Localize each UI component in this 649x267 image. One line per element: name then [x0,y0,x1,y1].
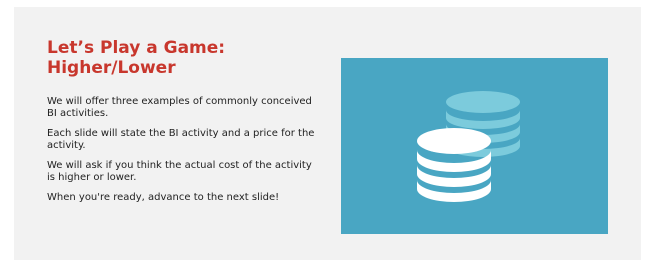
coins-icon [417,91,520,202]
coins-image [341,58,608,234]
slide: Let’s Play a Game: Higher/Lower We will … [14,7,641,260]
paragraph-examples: We will offer three examples of commonly… [47,96,312,119]
paragraph-question: We will ask if you think the actual cost… [47,160,312,183]
slide-body: We will offer three examples of commonly… [47,96,317,212]
paragraph-advance: When you're ready, advance to the next s… [47,192,280,203]
slide-title: Let’s Play a Game: Higher/Lower [47,38,307,78]
slide-title-line-1: Let’s Play a Game: [47,38,226,58]
slide-title-line-2: Higher/Lower [47,58,176,78]
paragraph-slide-content: Each slide will state the BI activity an… [47,128,315,151]
